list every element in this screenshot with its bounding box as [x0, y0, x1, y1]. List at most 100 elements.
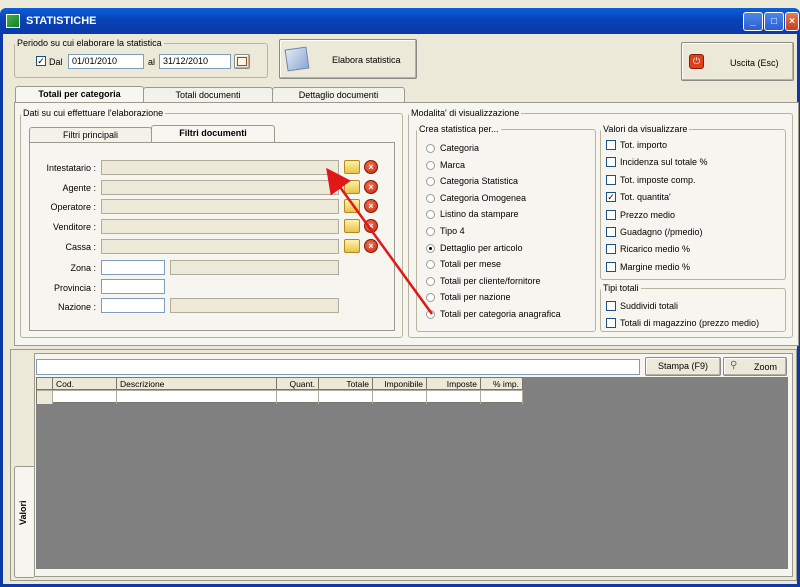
document-stack-icon — [284, 46, 310, 72]
maximize-button[interactable]: □ — [764, 12, 784, 31]
radio-option[interactable] — [426, 276, 435, 286]
radio-option[interactable] — [426, 227, 435, 236]
radio-option[interactable] — [426, 144, 435, 153]
intestatario-input — [101, 160, 339, 175]
col-quant[interactable]: Quant. — [277, 378, 319, 390]
uscita-label: Uscita (Esc) — [730, 58, 779, 68]
folder-icon[interactable] — [344, 180, 360, 194]
radio-option-label: Marca — [440, 159, 466, 170]
nazione-input[interactable] — [101, 298, 165, 313]
valori-checkbox[interactable] — [606, 174, 616, 185]
valori-checkbox[interactable] — [606, 244, 616, 255]
zona-label: Zona : — [70, 263, 96, 273]
provincia-label: Provincia : — [53, 283, 96, 293]
valori-checkbox-label: Ricarico medio % — [620, 244, 691, 255]
tipi-checkbox-label: Suddividi totali — [620, 301, 679, 311]
valori-checkbox-label: Tot. imposte comp. — [620, 174, 696, 185]
title-bar: STATISTICHE _ □ × — [0, 8, 800, 34]
valori-legend: Valori da visualizzare — [603, 124, 688, 134]
zoom-label: Zoom — [754, 362, 778, 372]
valori-checkbox-label: Prezzo medio — [620, 209, 676, 220]
venditore-input — [101, 219, 339, 234]
tab-filtri-principali[interactable]: Filtri principali — [29, 127, 152, 143]
period-legend: Periodo su cui elaborare la statistica — [17, 38, 162, 48]
agente-input — [101, 180, 339, 195]
grid-cell[interactable] — [427, 390, 481, 404]
radio-option-label: Totali per cliente/fornitore — [440, 275, 541, 286]
provincia-input[interactable] — [101, 279, 165, 294]
clear-icon[interactable]: × — [364, 239, 378, 253]
radio-option[interactable] — [426, 193, 435, 203]
minimize-button[interactable]: _ — [743, 12, 763, 31]
tipi-legend: Tipi totali — [603, 283, 639, 293]
radio-option-label: Listino da stampare — [440, 209, 519, 220]
elabora-statistica-button[interactable]: Elabora statistica — [279, 39, 417, 79]
radio-option[interactable] — [426, 310, 435, 319]
elabora-label: Elabora statistica — [332, 55, 401, 65]
folder-icon[interactable] — [344, 239, 360, 253]
valori-checkbox-label: Margine medio % — [620, 261, 691, 272]
clear-icon[interactable]: × — [364, 160, 378, 174]
dal-date-input[interactable]: 01/01/2010 — [68, 54, 144, 69]
col-descrizione[interactable]: Descrizione — [117, 378, 277, 390]
col-imp-pct[interactable]: % imp. — [481, 378, 523, 390]
valori-checkbox[interactable] — [606, 209, 616, 220]
calendar-button[interactable] — [234, 54, 250, 69]
grid-table: Cod. Descrizione Quant. Totale Imponibil… — [36, 377, 523, 404]
grid-indicator-col — [37, 378, 53, 390]
clear-icon[interactable]: × — [364, 180, 378, 194]
magnifier-icon: ⚲ — [730, 360, 738, 371]
tab-dettaglio-documenti[interactable]: Dettaglio documenti — [272, 87, 405, 103]
radio-option-label: Categoria — [440, 143, 480, 153]
col-cod[interactable]: Cod. — [53, 378, 117, 390]
grid-cell[interactable] — [319, 390, 373, 404]
grid-cell[interactable] — [481, 390, 523, 404]
dal-checkbox[interactable]: ✓ — [36, 56, 46, 66]
operatore-label: Operatore : — [50, 202, 96, 212]
al-date-input[interactable]: 31/12/2010 — [159, 54, 231, 69]
valori-checkbox[interactable] — [606, 157, 616, 168]
search-input[interactable] — [36, 359, 640, 375]
modalita-legend: Modalita' di visualizzazione — [411, 108, 520, 118]
dati-legend: Dati su cui effettuare l'elaborazione — [23, 108, 164, 118]
cassa-input — [101, 239, 339, 254]
clear-icon[interactable]: × — [364, 199, 378, 213]
radio-option-label: Totali per mese — [440, 259, 502, 270]
intestatario-label: Intestatario : — [46, 163, 96, 173]
radio-option[interactable] — [426, 243, 435, 253]
tab-filtri-documenti[interactable]: Filtri documenti — [151, 125, 275, 143]
col-imposte[interactable]: Imposte — [427, 378, 481, 390]
folder-icon[interactable] — [344, 160, 360, 174]
folder-icon[interactable] — [344, 199, 360, 213]
close-button[interactable]: × — [785, 12, 799, 31]
grid-cell[interactable] — [373, 390, 427, 404]
grid-cell[interactable] — [117, 390, 277, 404]
stampa-button[interactable]: Stampa (F9) — [645, 357, 721, 376]
al-label: al — [148, 57, 156, 67]
radio-option-label: Totali per categoria anagrafica — [440, 309, 561, 319]
grid-cell[interactable] — [53, 390, 117, 404]
dal-label: Dal — [49, 57, 63, 67]
zona-desc-input — [170, 260, 339, 275]
zona-input[interactable] — [101, 260, 165, 275]
radio-option[interactable] — [426, 160, 435, 170]
valori-checkbox[interactable] — [606, 140, 616, 150]
col-totale[interactable]: Totale — [319, 378, 373, 390]
tipi-checkbox[interactable] — [606, 301, 616, 311]
valori-checkbox[interactable]: ✓ — [606, 192, 616, 203]
folder-icon[interactable] — [344, 219, 360, 233]
tab-valori[interactable]: Valori — [14, 466, 34, 578]
operatore-input — [101, 199, 339, 214]
grid-cell[interactable] — [277, 390, 319, 404]
radio-option-label: Totali per nazione — [440, 292, 511, 303]
zoom-button[interactable]: ⚲ Zoom — [723, 357, 787, 376]
tab-totali-documenti[interactable]: Totali documenti — [143, 87, 273, 103]
col-imponibile[interactable]: Imponibile — [373, 378, 427, 390]
valori-checkbox[interactable] — [606, 261, 616, 272]
results-grid[interactable]: Cod. Descrizione Quant. Totale Imponibil… — [36, 377, 788, 569]
clear-icon[interactable]: × — [364, 219, 378, 233]
uscita-button[interactable]: ⏻ Uscita (Esc) — [681, 42, 794, 81]
grid-row-indicator[interactable] — [37, 390, 53, 404]
valori-checkbox[interactable] — [606, 227, 616, 237]
tipi-checkbox[interactable] — [606, 318, 616, 328]
